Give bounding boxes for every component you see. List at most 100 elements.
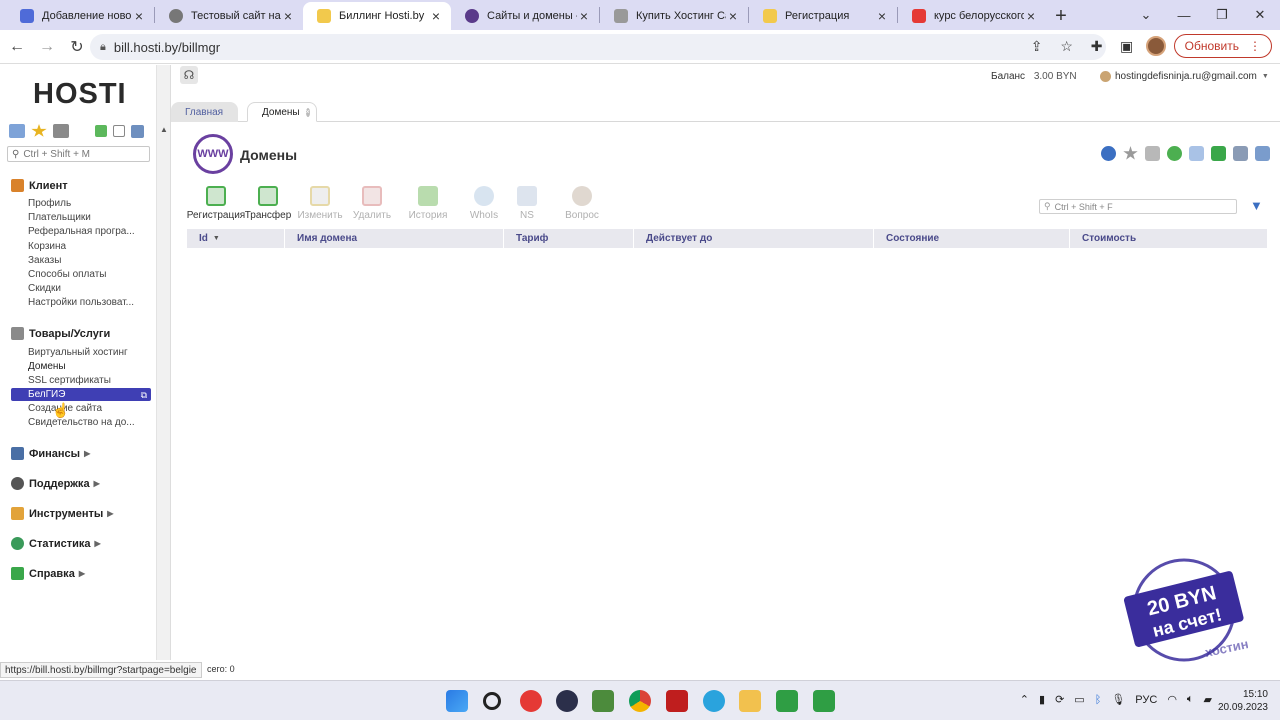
whois-button[interactable]: WhoIs [458, 186, 510, 221]
column-domain-name[interactable]: Имя домена [285, 229, 504, 248]
telegram-icon[interactable] [703, 690, 725, 712]
language-indicator[interactable]: РУС [1135, 694, 1157, 706]
close-icon[interactable]: × [1024, 8, 1038, 24]
display-icon[interactable]: ▭ [1074, 693, 1084, 706]
browser-tab[interactable]: курс белорусского р × [898, 2, 1046, 30]
external-link-icon[interactable]: ⧉ [141, 389, 147, 402]
menu-item-ssl[interactable]: SSL сертификаты [28, 375, 111, 386]
pin-icon[interactable] [131, 124, 144, 138]
bluetooth-icon[interactable]: ᛒ [1095, 694, 1102, 706]
edit-button[interactable]: Изменить [294, 186, 346, 221]
reload-icon[interactable]: ↻ [64, 34, 90, 60]
menu-group-help[interactable]: Справка ▶ [11, 567, 85, 580]
close-icon[interactable]: × [577, 8, 591, 24]
browser-tab-active[interactable]: Биллинг Hosti.by × [303, 2, 451, 30]
web-globe-icon[interactable] [1167, 146, 1182, 161]
address-bar[interactable]: 🔒︎ bill.hosti.by/billmgr [90, 34, 1106, 60]
tree-view-icon[interactable] [9, 124, 25, 138]
close-icon[interactable]: × [132, 8, 146, 24]
camtasia-icon[interactable] [776, 690, 798, 712]
tab-search-icon[interactable]: ⌄ [1128, 0, 1164, 30]
browser-tab[interactable]: Добавление нового × [6, 2, 154, 30]
search-icon[interactable] [483, 692, 501, 710]
menu-item-domains[interactable]: Домены [28, 361, 66, 372]
spreadsheet-app-icon[interactable] [592, 690, 614, 712]
close-icon[interactable]: × [726, 8, 740, 24]
menu-item-payment-methods[interactable]: Способы оплаты [28, 269, 107, 280]
menu-group-goods[interactable]: Товары/Услуги [11, 327, 110, 340]
register-button[interactable]: Регистрация [187, 186, 245, 221]
volume-icon[interactable]: 🔈︎ [1187, 693, 1194, 706]
microphone-icon[interactable]: 🎙︎ [1111, 693, 1125, 706]
support-headset-icon[interactable]: ☊ [180, 66, 198, 84]
column-cost[interactable]: Стоимость [1070, 229, 1267, 248]
browser-tab[interactable]: Регистрация × [749, 2, 897, 30]
close-icon[interactable]: × [875, 8, 889, 24]
column-tariff[interactable]: Тариф [504, 229, 634, 248]
filter-icon[interactable]: ▼ [1250, 198, 1263, 213]
favorites-star-icon[interactable] [31, 124, 47, 137]
question-button[interactable]: Вопрос [544, 186, 620, 221]
browser-tab[interactable]: Тестовый сайт на хос × [155, 2, 303, 30]
collapse-arrow-icon[interactable]: ▲ [160, 125, 168, 134]
ns-button[interactable]: NS [510, 186, 544, 221]
menu-item-virtual-hosting[interactable]: Виртуальный хостинг [28, 347, 128, 358]
menu-group-stats[interactable]: Статистика ▶ [11, 537, 101, 550]
table-search-input[interactable]: ⚲ Ctrl + Shift + F [1039, 199, 1237, 214]
vpn-lock-icon[interactable] [556, 690, 578, 712]
menu-item-domain-certificate[interactable]: Свидетельство на до... [28, 417, 135, 428]
delete-button[interactable]: Удалить [346, 186, 398, 221]
side-panel-icon[interactable]: ▣ [1116, 35, 1138, 57]
windows-start-icon[interactable] [446, 690, 468, 712]
column-valid-until[interactable]: Действует до [634, 229, 874, 248]
file-explorer-icon[interactable] [739, 690, 761, 712]
refresh-icon[interactable] [1101, 146, 1116, 161]
camtasia-recorder-icon[interactable] [813, 690, 835, 712]
menu-item-user-settings[interactable]: Настройки пользоват... [28, 297, 134, 308]
battery-icon[interactable]: ▰ [1204, 693, 1212, 706]
filezilla-icon[interactable] [666, 690, 688, 712]
minimize-icon[interactable]: — [1166, 0, 1202, 30]
wifi-icon[interactable]: ◠ [1167, 693, 1177, 706]
expand-all-icon[interactable] [95, 125, 107, 137]
new-tab-button[interactable]: + [1046, 2, 1076, 30]
close-icon[interactable]: × [281, 8, 295, 24]
menu-item-referral[interactable]: Реферальная програ... [28, 226, 135, 237]
menu-group-support[interactable]: Поддержка ▶ [11, 477, 100, 490]
close-tab-icon[interactable]: × [305, 107, 310, 117]
menu-item-profile[interactable]: Профиль [28, 198, 71, 209]
chevron-up-icon[interactable]: ⌃ [1020, 693, 1029, 706]
system-clock[interactable]: 15:10 20.09.2023 [1216, 688, 1268, 714]
browser-tab[interactable]: Купить Хостинг Сайт × [600, 2, 748, 30]
menu-group-tools[interactable]: Инструменты ▶ [11, 507, 113, 520]
excel-export-icon[interactable] [1211, 146, 1226, 161]
share-icon[interactable]: ⇪ [1026, 35, 1048, 57]
history-button[interactable]: История [398, 186, 458, 221]
back-icon[interactable]: ← [4, 34, 30, 60]
column-id[interactable]: Id ▼ [187, 229, 285, 248]
settings-table-icon[interactable] [1255, 146, 1270, 161]
sync-icon[interactable]: ⟳ [1055, 693, 1064, 706]
print-icon[interactable] [1233, 146, 1248, 161]
column-status[interactable]: Состояние [874, 229, 1070, 248]
menu-item-discounts[interactable]: Скидки [28, 283, 61, 294]
user-menu[interactable]: hostingdefisninja.ru@gmail.com ▼ [1100, 71, 1269, 82]
menu-group-finance[interactable]: Финансы ▶ [11, 447, 90, 460]
hosti-logo[interactable]: HOSTI [33, 78, 127, 111]
profile-avatar[interactable] [1145, 36, 1166, 56]
menu-group-client[interactable]: Клиент [11, 179, 68, 192]
chrome-icon[interactable] [629, 690, 651, 712]
close-icon[interactable]: × [429, 8, 443, 24]
transfer-button[interactable]: Трансфер [242, 186, 294, 221]
yandex-browser-icon[interactable] [520, 690, 542, 712]
briefcase-icon[interactable] [53, 124, 69, 138]
menu-item-belgie[interactable]: БелГИЭ ⧉ [11, 388, 151, 401]
copy-icon[interactable] [1189, 146, 1204, 161]
sidebar-search-input[interactable]: ⚲ Ctrl + Shift + M [7, 146, 150, 162]
favorite-star-icon[interactable] [1123, 146, 1138, 160]
pin-icon[interactable] [1145, 146, 1160, 161]
extensions-icon[interactable]: ✚ [1086, 35, 1108, 57]
forward-icon[interactable]: → [34, 34, 60, 60]
bookmark-star-icon[interactable]: ☆ [1056, 35, 1078, 57]
update-button[interactable]: Обновить ⋮ [1173, 34, 1272, 58]
